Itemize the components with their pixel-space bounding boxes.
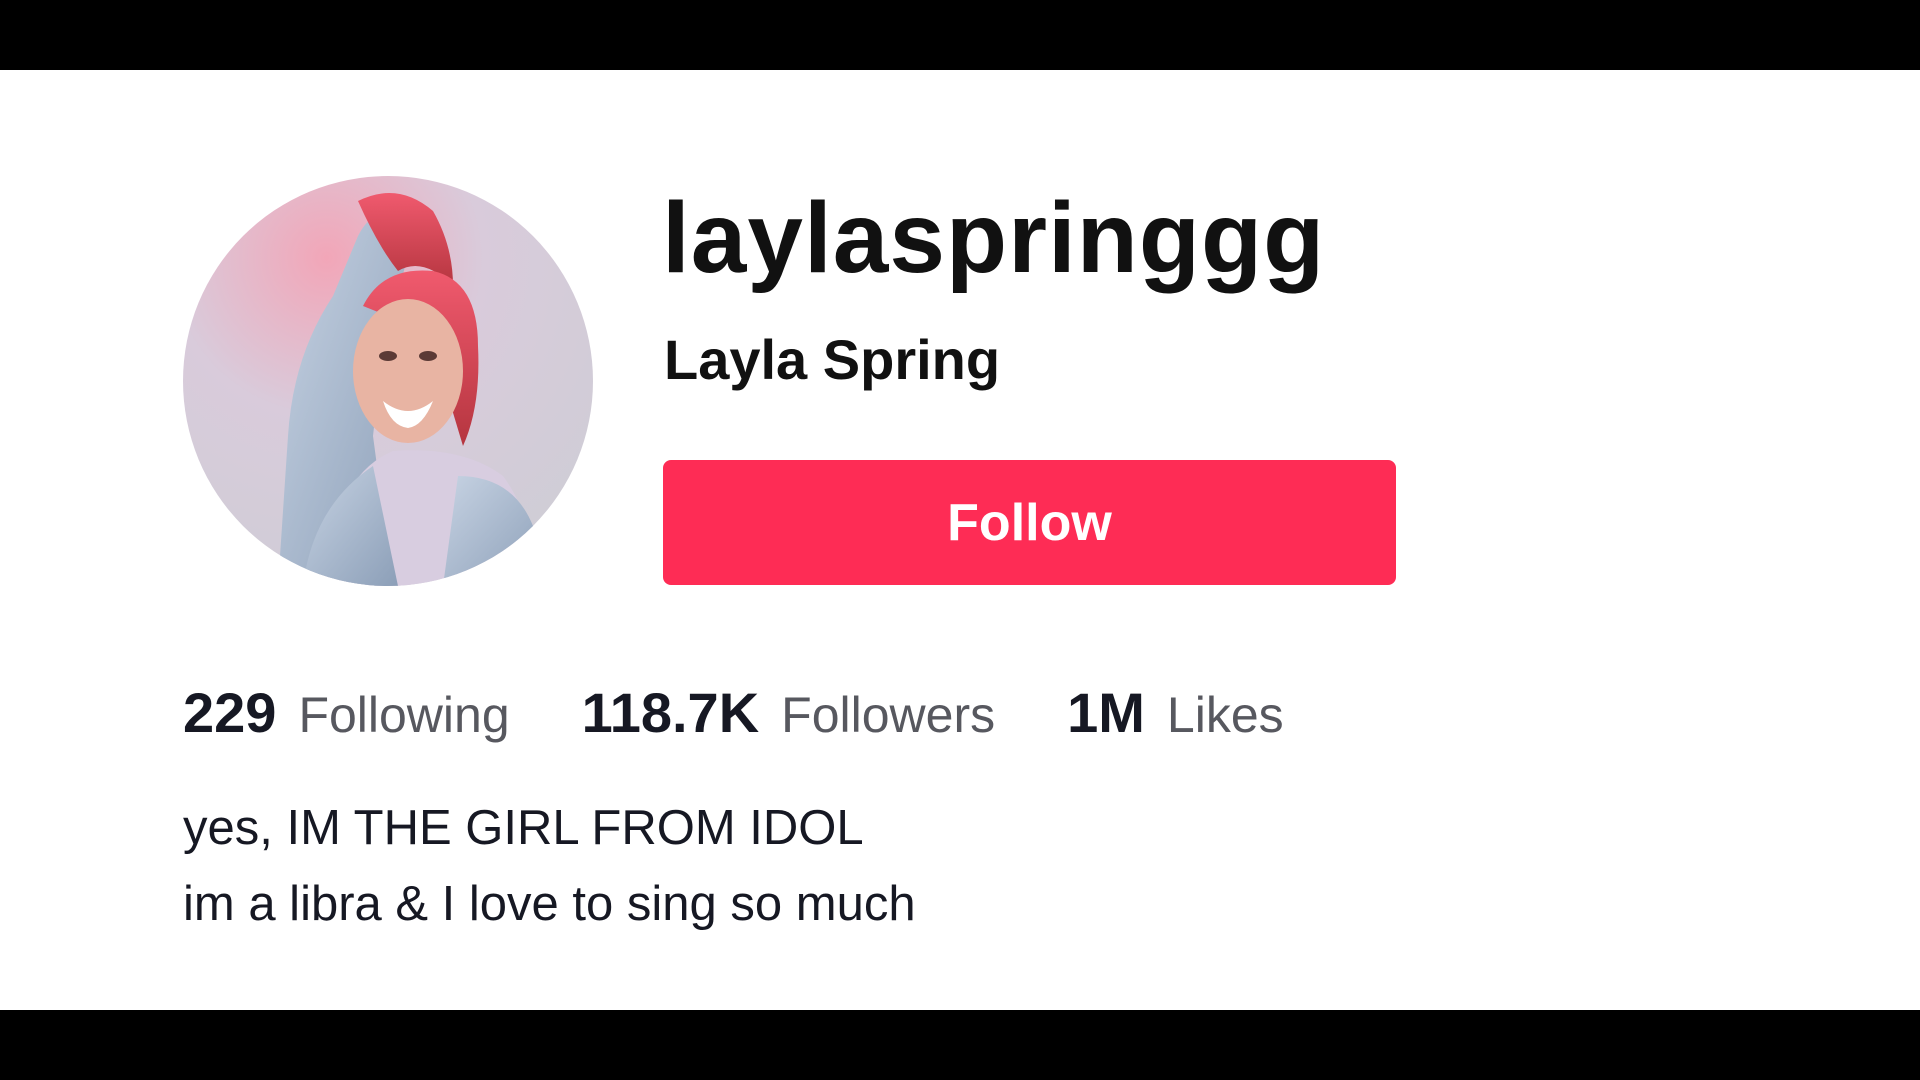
bio-line: im a libra & I love to sing so much: [183, 877, 916, 931]
display-name: Layla Spring: [664, 328, 1001, 391]
likes-count: 1M: [1067, 681, 1145, 744]
followers-count: 118.7K: [581, 681, 760, 744]
stat-following[interactable]: 229 Following: [183, 680, 510, 745]
stat-followers[interactable]: 118.7K Followers: [582, 680, 995, 745]
bio-line: yes, IM THE GIRL FROM IDOL: [183, 801, 864, 855]
following-label: Following: [298, 687, 510, 743]
username: laylaspringgg: [662, 182, 1326, 294]
profile-bio: yes, IM THE GIRL FROM IDOL im a libra & …: [183, 790, 1583, 942]
letterbox-top: [0, 0, 1920, 70]
avatar[interactable]: [183, 176, 593, 586]
profile-header: laylaspringgg Layla Spring Follow 229 Fo…: [0, 70, 1920, 1010]
letterbox-bottom: [0, 1010, 1920, 1080]
stat-likes: 1M Likes: [1067, 680, 1284, 745]
likes-label: Likes: [1166, 687, 1284, 743]
following-count: 229: [183, 681, 277, 744]
avatar-photo: [183, 176, 593, 586]
follow-button[interactable]: Follow: [663, 460, 1396, 585]
follow-button-label: Follow: [947, 493, 1112, 552]
followers-label: Followers: [781, 687, 996, 743]
profile-stats: 229 Following 118.7K Followers 1M Likes: [183, 680, 1356, 760]
